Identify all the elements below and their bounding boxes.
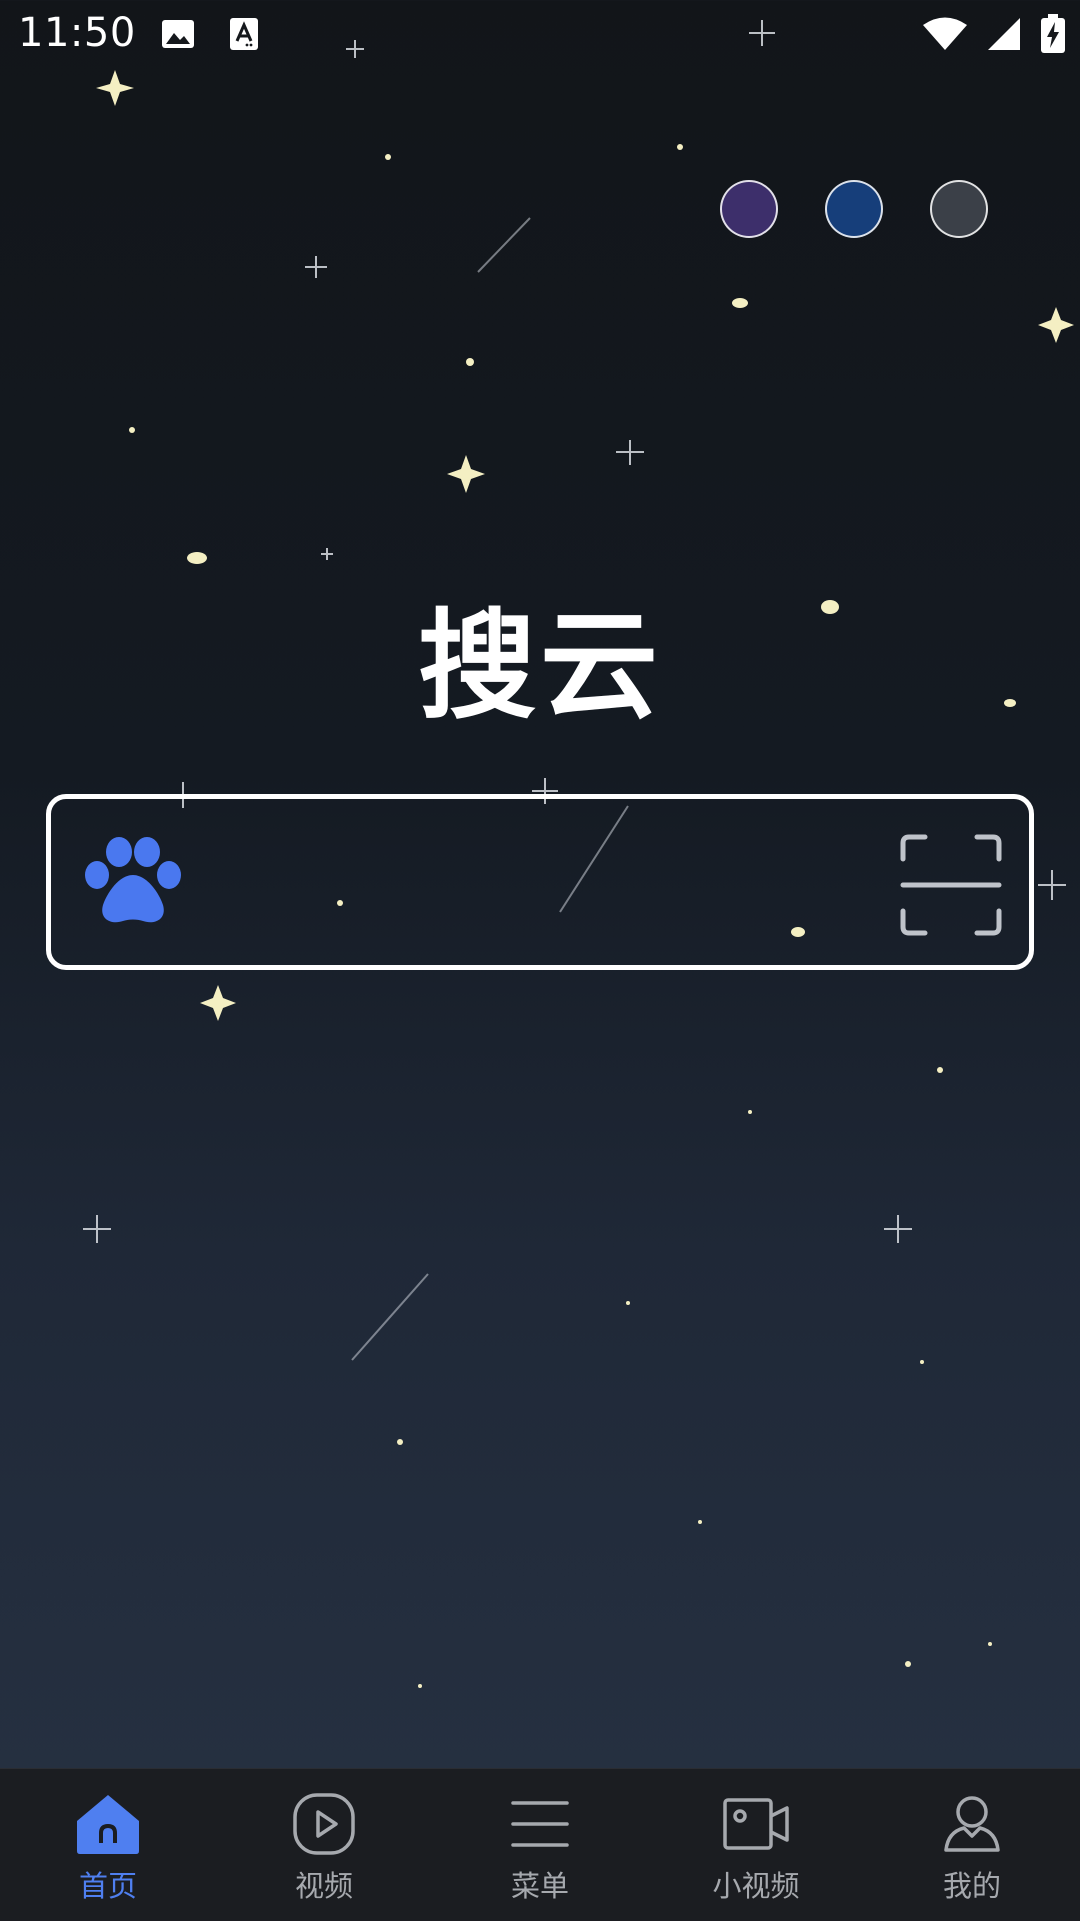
theme-dot-purple[interactable] (720, 180, 778, 238)
user-icon (937, 1789, 1007, 1859)
theme-dot-blue[interactable] (825, 180, 883, 238)
nav-label-profile: 我的 (942, 1869, 1001, 1903)
paw-icon[interactable] (81, 835, 185, 931)
nav-item-menu[interactable]: 菜单 (432, 1769, 648, 1921)
image-icon (160, 16, 196, 56)
nav-label-short-video: 小视频 (712, 1869, 800, 1903)
status-bar: 11:50 (0, 0, 1080, 72)
wifi-icon (922, 16, 968, 56)
nav-item-video[interactable]: 视频 (216, 1769, 432, 1921)
scan-icon[interactable] (899, 833, 1003, 941)
app-logo-text: 搜云 (417, 597, 662, 735)
battery-charging-icon (1040, 14, 1066, 58)
search-box[interactable] (46, 794, 1034, 970)
menu-icon (505, 1789, 575, 1859)
cell-signal-icon (986, 16, 1022, 56)
search-input[interactable] (201, 839, 905, 931)
status-time: 11:50 (18, 10, 136, 56)
nav-label-menu: 菜单 (510, 1869, 569, 1903)
bottom-nav: 首页 视频 菜单 小视频 我的 (0, 1768, 1080, 1921)
nav-item-short-video[interactable]: 小视频 (648, 1769, 864, 1921)
home-icon (73, 1789, 143, 1859)
play-circle-icon (289, 1789, 359, 1859)
nav-item-home[interactable]: 首页 (0, 1769, 216, 1921)
video-camera-icon (721, 1789, 791, 1859)
text-a-icon (228, 16, 260, 56)
nav-item-profile[interactable]: 我的 (864, 1769, 1080, 1921)
theme-dot-gray[interactable] (930, 180, 988, 238)
nav-label-video: 视频 (294, 1869, 353, 1903)
nav-label-home: 首页 (78, 1869, 137, 1903)
